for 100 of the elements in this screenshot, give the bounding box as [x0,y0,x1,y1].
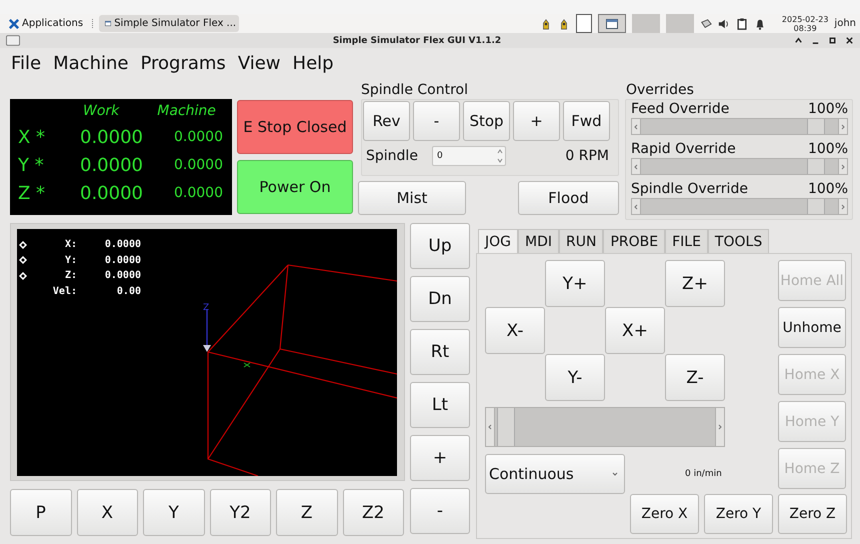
pan-zoom-button[interactable]: - [410,488,470,534]
tab[interactable]: JOG [478,229,518,253]
readout-label: X: [64,239,77,250]
tab[interactable]: RUN [559,229,604,253]
spindle-button[interactable]: Fwd [563,101,610,141]
pan-zoom-button[interactable]: Lt [410,382,470,428]
override-value: 100% [808,181,848,198]
window-icon [105,19,112,28]
arrow-left-icon[interactable] [634,124,638,130]
view-button[interactable]: Y [143,489,204,536]
view-button[interactable]: Y2 [210,489,271,536]
override-label: Spindle Override [631,181,748,198]
jog-button[interactable]: X+ [605,307,665,354]
estop-button[interactable]: E Stop Closed [237,100,353,154]
spindle-button[interactable]: - [413,101,460,141]
work-position: 0.0000 [80,182,144,204]
power-button[interactable]: Power On [237,160,353,214]
override-label: Rapid Override [631,141,736,158]
arrow-left-icon[interactable] [634,164,638,170]
jog-rate-readout: 0 in/min [685,469,722,479]
override-slider[interactable] [631,118,848,135]
readout-value: 0.0000 [104,270,141,282]
readout-value: 0.0000 [104,254,141,266]
group-title: Overrides [625,81,695,99]
pan-zoom-button[interactable]: Dn [410,276,470,322]
jog-mode-dropdown[interactable]: Continuous [485,454,625,494]
close-icon[interactable] [845,36,854,45]
tab[interactable]: TOOLS [708,229,770,253]
taskbar-task[interactable]: Simple Simulator Flex ... [99,15,240,32]
arrow-right-icon[interactable] [841,204,845,210]
view-button[interactable]: Z [276,489,338,536]
jog-button[interactable]: Z- [665,354,725,401]
jog-button[interactable]: Y- [545,354,605,401]
override-label: Feed Override [631,101,730,118]
spindle-label: Spindle [365,148,419,164]
zero-button[interactable]: Zero X [630,494,699,534]
pan-zoom-button[interactable]: Up [410,223,470,269]
spindle-speed-field[interactable]: 0 [432,146,506,166]
override-slider[interactable] [631,158,848,175]
view-button[interactable]: Z2 [342,489,404,536]
spin-arrows-icon[interactable] [497,147,503,165]
window-title: Simple Simulator Flex GUI V1.1.2 [332,36,502,46]
clipboard-icon[interactable] [736,18,748,30]
bell-icon[interactable] [754,18,766,30]
arrow-right-icon[interactable] [718,424,722,430]
readout-label: Y: [64,254,77,266]
workspace-button[interactable] [576,14,592,33]
workspace-button[interactable] [598,14,626,33]
override-value: 100% [808,101,848,118]
pan-zoom-button[interactable]: Rt [410,329,470,375]
arrow-left-icon[interactable] [634,204,638,210]
group-title: Spindle Control [360,81,469,99]
view-button[interactable]: P [10,489,72,536]
readout-label: Vel: [52,286,77,297]
override-value: 100% [808,141,848,158]
jog-button[interactable]: Z+ [665,260,725,307]
spindle-button[interactable]: Rev [363,101,410,141]
machine-position: 0.0000 [174,157,223,173]
column-header: Work [83,103,120,121]
menu-item[interactable]: File [11,52,42,74]
menu-item[interactable]: Programs [140,52,226,74]
zero-button[interactable]: Zero Z [778,494,847,534]
tab[interactable]: FILE [665,229,708,253]
pan-zoom-button[interactable]: + [410,435,470,481]
volume-icon[interactable] [718,18,730,30]
axis-label: Y * [17,154,45,176]
coolant-button[interactable]: Flood [518,181,619,215]
readout-label: Z: [64,270,77,282]
spindle-button[interactable]: + [513,101,560,141]
tab[interactable]: PROBE [603,229,666,253]
zero-button[interactable]: Zero Y [704,494,773,534]
shade-icon[interactable] [794,36,803,45]
network-icon[interactable] [700,18,712,30]
maximize-icon[interactable] [828,36,837,45]
window-icon[interactable] [6,35,20,46]
clock[interactable]: 2025-02-23 08:39 [782,14,828,32]
readout-value: 0.00 [116,286,141,297]
jog-speed-slider[interactable] [485,407,725,447]
caret-icon [612,472,618,476]
jog-button[interactable]: Y+ [545,260,605,307]
axis-label: Z * [17,182,46,204]
home-button[interactable]: Unhome [778,307,846,348]
menu-item[interactable]: Machine [53,52,128,74]
coolant-button[interactable]: Mist [358,181,466,215]
work-position: 0.0000 [80,126,144,148]
tool-icon [203,309,211,352]
tab[interactable]: MDI [518,229,559,253]
rpm-readout: 0 RPM [565,148,610,164]
menu-item[interactable]: View [238,52,281,74]
arrow-right-icon[interactable] [841,124,845,130]
arrow-left-icon[interactable] [488,424,492,430]
user-name[interactable]: john [834,18,856,29]
app-menu-icon [9,18,19,28]
menu-item[interactable]: Help [292,52,334,74]
spindle-button[interactable]: Stop [463,101,510,141]
jog-button[interactable]: X- [485,307,545,354]
arrow-right-icon[interactable] [841,164,845,170]
applications-menu[interactable]: Applications [6,15,86,32]
view-button[interactable]: X [76,489,138,536]
override-slider[interactable] [631,198,848,215]
